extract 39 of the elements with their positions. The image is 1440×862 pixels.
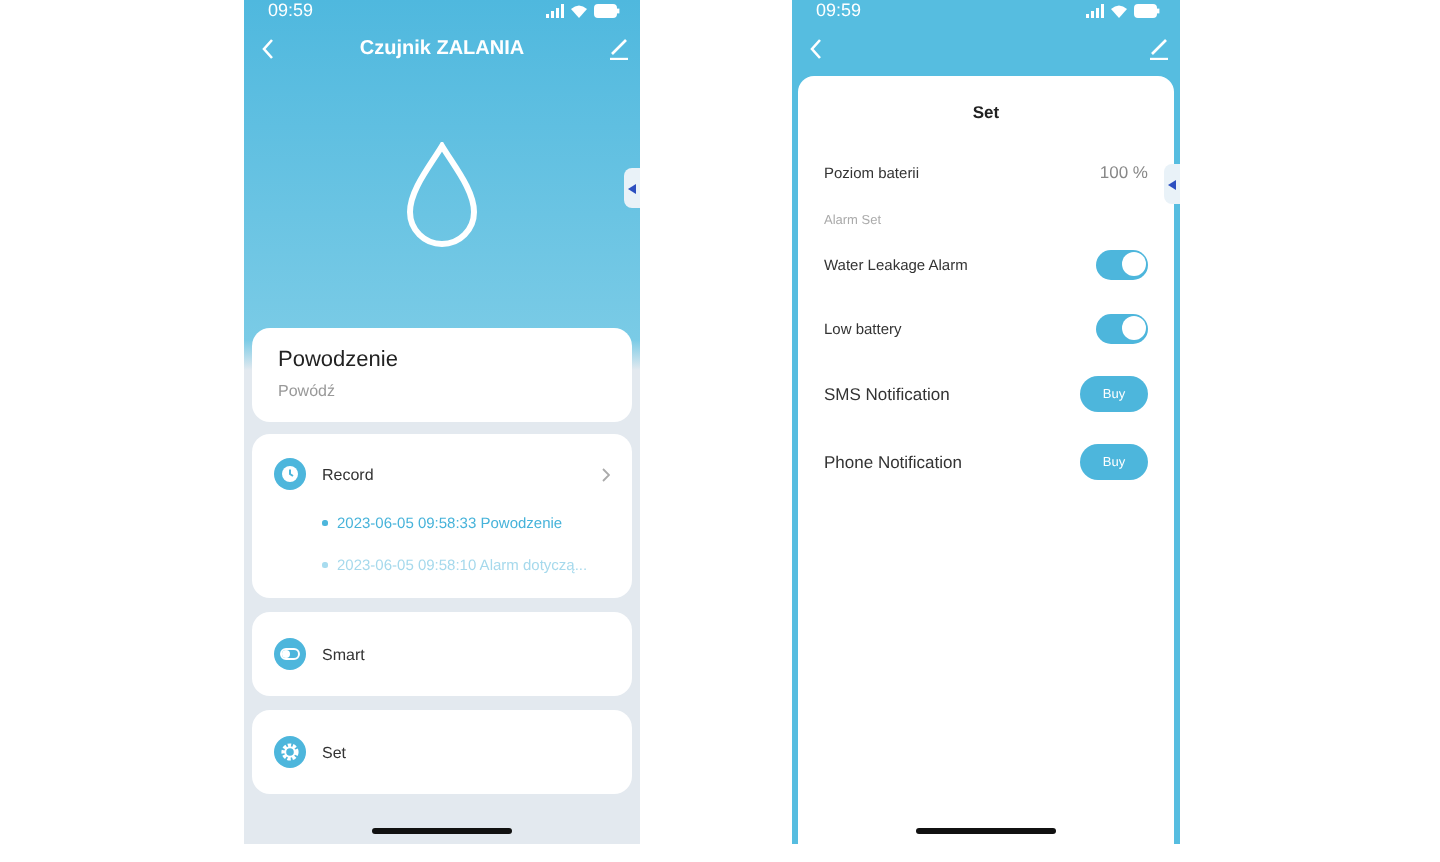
setting-label: Phone Notification (824, 452, 962, 472)
side-handle[interactable] (1164, 164, 1180, 204)
menu-card[interactable]: Set (252, 710, 632, 794)
signal-icon (546, 3, 564, 17)
water-drop-icon (406, 142, 478, 250)
wifi-icon (570, 3, 588, 17)
toggle-icon (274, 638, 306, 670)
home-indicator (372, 828, 512, 834)
side-handle[interactable] (624, 168, 640, 208)
status-subtitle: Powódź (278, 382, 337, 400)
battery-icon (1134, 3, 1160, 17)
toggle-switch[interactable] (1096, 313, 1148, 343)
setting-value: 100 % (1099, 162, 1148, 182)
menu-label: Set (322, 743, 349, 761)
clock-icon (274, 458, 306, 490)
record-label: Record (322, 465, 376, 483)
screen-title: Czujnik ZALANIA (359, 37, 525, 59)
back-icon[interactable] (262, 37, 274, 59)
edit-icon[interactable] (1150, 37, 1168, 59)
triangle-icon (1168, 179, 1176, 189)
edit-icon[interactable] (610, 37, 628, 59)
status-title: Powodzenie (278, 348, 400, 372)
gear-icon (274, 736, 306, 768)
bullet-icon (322, 520, 327, 526)
menu-card[interactable]: Smart (252, 612, 632, 696)
chevron-right-icon (602, 467, 610, 481)
status-time: 09:59 (268, 0, 314, 20)
toggle-switch[interactable] (1096, 249, 1148, 279)
setting-label: SMS Notification (824, 384, 950, 404)
home-indicator (916, 828, 1056, 834)
signal-icon (1086, 3, 1104, 17)
status-time: 09:59 (816, 0, 862, 20)
triangle-icon (628, 183, 636, 193)
bullet-icon (322, 562, 327, 568)
menu-label: Smart (322, 645, 367, 663)
sheet-title: Set (970, 102, 1002, 122)
battery-icon (594, 3, 620, 17)
back-icon[interactable] (810, 37, 822, 59)
wifi-icon (1110, 3, 1128, 17)
